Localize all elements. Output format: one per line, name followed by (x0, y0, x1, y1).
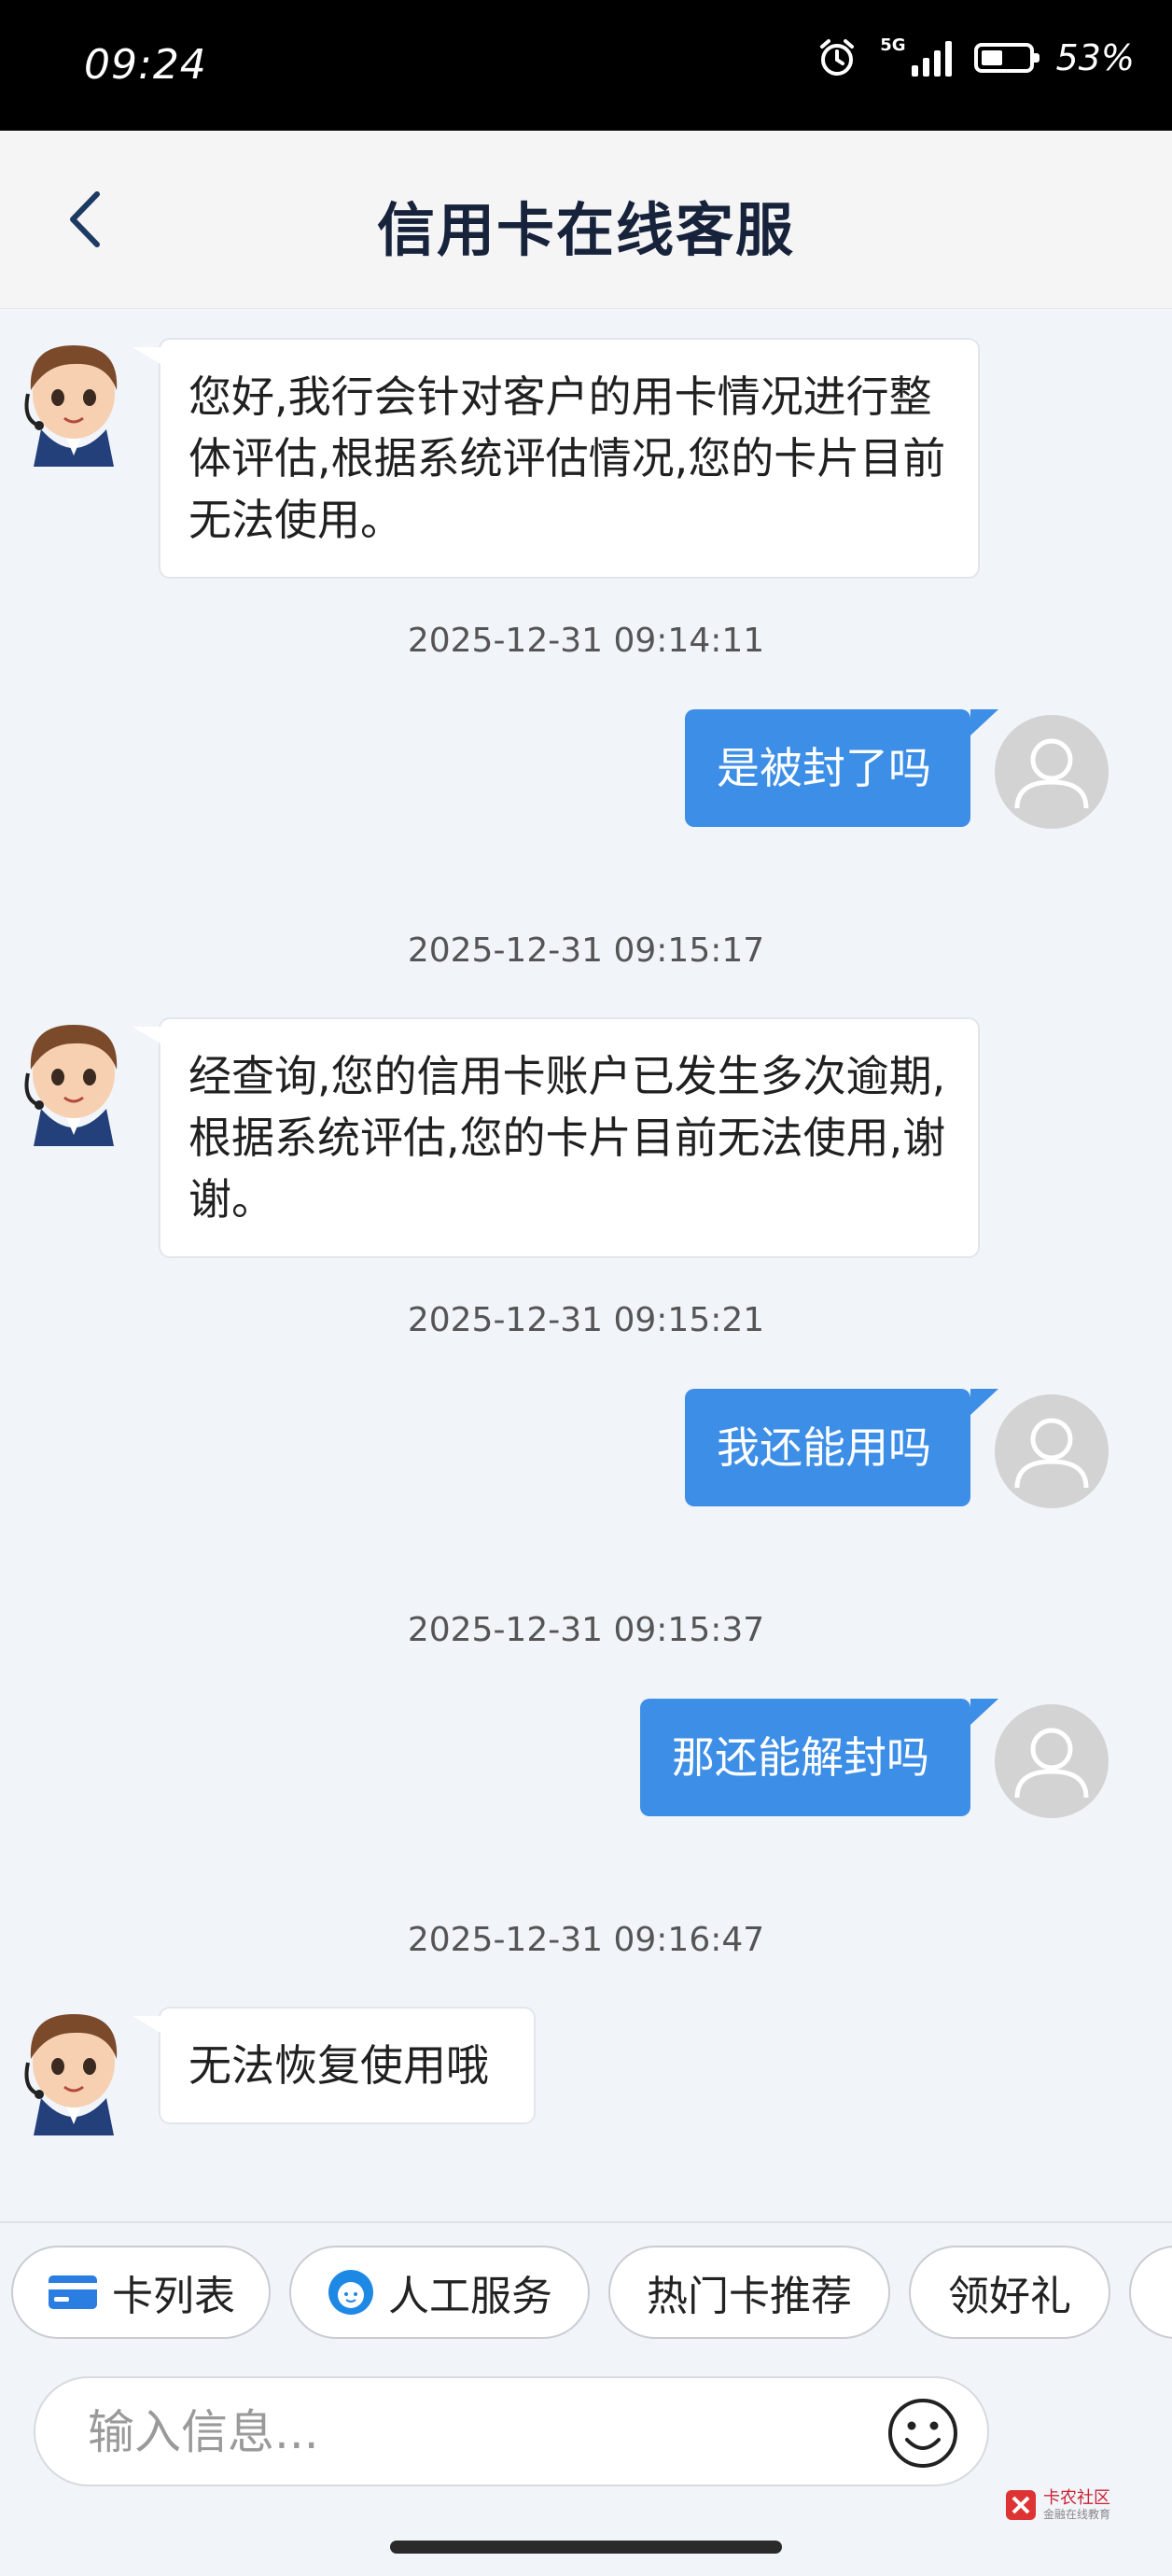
user-message-bubble: 那还能解封吗 (640, 1699, 998, 1816)
message-timestamp: 2025-12-31 09:16:47 (407, 1921, 765, 1959)
battery-icon (973, 43, 1039, 73)
user-message-bubble: 我还能用吗 (685, 1389, 998, 1506)
status-icons: 5G 53% (816, 35, 1135, 78)
user-message-bubble: 是被封了吗 (685, 709, 998, 827)
agent-avatar (13, 1015, 134, 1146)
message-timestamp: 2025-12-31 09:15:37 (407, 1611, 765, 1649)
user-avatar (995, 715, 1109, 829)
page-title: 信用卡在线客服 (376, 196, 795, 264)
agent-avatar (13, 2005, 134, 2135)
chip-label: 卡列表 (112, 2273, 235, 2320)
agent-message-bubble: 您好,我行会针对客户的用卡情况进行整体评估,根据系统评估情况,您的卡片目前无法使… (133, 338, 980, 579)
agent-avatar (13, 336, 134, 467)
status-bar: 09:24 5G 53% (0, 0, 1172, 131)
message-input-bar (34, 2376, 989, 2486)
message-input[interactable] (86, 2391, 855, 2473)
emoji-button[interactable] (886, 2397, 959, 2470)
chip-label: 热门卡推荐 (647, 2273, 852, 2320)
customer-service-icon (328, 2270, 373, 2315)
quick-reply-more[interactable] (1129, 2246, 1172, 2339)
alarm-icon (820, 39, 855, 76)
chip-label: 领好礼 (948, 2273, 1071, 2320)
smiley-icon (888, 2399, 957, 2468)
home-indicator[interactable] (390, 2541, 782, 2554)
chat-area[interactable]: 您好,我行会针对客户的用卡情况进行整体评估,根据系统评估情况,您的卡片目前无法使… (0, 308, 1172, 2221)
battery-percent: 53% (1055, 37, 1135, 78)
status-time: 09:24 (84, 41, 207, 89)
watermark-text: 卡农社区 (1043, 2488, 1110, 2508)
quick-reply-human-service[interactable]: 人工服务 (289, 2246, 590, 2339)
message-timestamp: 2025-12-31 09:15:17 (407, 931, 765, 970)
quick-reply-card-list[interactable]: 卡列表 (11, 2246, 271, 2339)
message-timestamp: 2025-12-31 09:15:21 (407, 1301, 765, 1339)
header: 信用卡在线客服 (0, 131, 1172, 309)
user-avatar (995, 1704, 1109, 1818)
watermark-logo: 卡农社区 金融在线教育 (1004, 2488, 1110, 2522)
user-avatar (995, 1394, 1109, 1508)
agent-message-bubble: 无法恢复使用哦 (133, 2007, 536, 2124)
chip-label: 人工服务 (388, 2273, 552, 2320)
credit-card-icon (49, 2275, 97, 2309)
signal-icon (911, 39, 952, 77)
message-timestamp: 2025-12-31 09:14:11 (407, 622, 765, 660)
quick-reply-gifts[interactable]: 领好礼 (909, 2246, 1110, 2339)
watermark-subtext: 金融在线教育 (1043, 2508, 1111, 2521)
network-type: 5G (880, 35, 906, 55)
quick-reply-hot-cards[interactable]: 热门卡推荐 (608, 2246, 890, 2339)
quick-reply-bar[interactable]: 卡列表 人工服务 热门卡推荐 领好礼 (0, 2221, 1172, 2373)
watermark-icon (1006, 2490, 1036, 2520)
agent-message-bubble: 经查询,您的信用卡账户已发生多次逾期,根据系统评估,您的卡片目前无法使用,谢谢。 (133, 1017, 980, 1258)
